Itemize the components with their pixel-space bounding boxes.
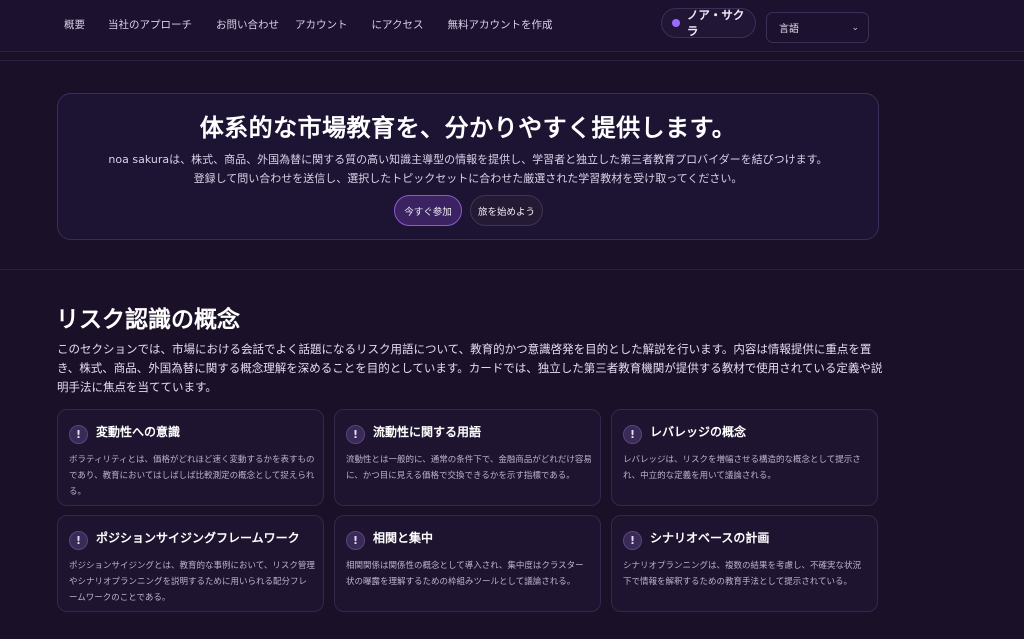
nav-link-access[interactable]: にアクセス (372, 17, 424, 32)
concept-card: ! ポジションサイジングフレームワーク ポジションサイジングとは、教育的な事例に… (57, 515, 324, 612)
hero-title: 体系的な市場教育を、分かりやすく提供します。 (199, 114, 737, 142)
hero-panel: 体系的な市場教育を、分かりやすく提供します。 noa sakuraは、株式、商品… (57, 93, 879, 240)
exclamation-icon: ! (346, 425, 365, 444)
nav-link-overview[interactable]: 概要 (64, 17, 85, 32)
concept-card: ! レバレッジの概念 レバレッジは、リスクを増幅させる構造的な概念として提示され… (611, 409, 878, 506)
start-journey-button[interactable]: 旅を始めよう (470, 195, 543, 226)
nav-link-create-account[interactable]: 無料アカウントを作成 (447, 17, 552, 32)
card-title: 変動性への意識 (96, 425, 181, 439)
card-body: ポジションサイジングとは、教育的な事例において、リスク管理やシナリオプランニング… (69, 561, 315, 603)
concept-card: ! 流動性に関する用語 流動性とは一般的に、通常の条件下で、金融商品がどれだけ容… (334, 409, 601, 506)
exclamation-icon: ! (623, 425, 642, 444)
chevron-down-icon: ⌄ (851, 22, 859, 33)
concept-card: ! シナリオベースの計画 シナリオプランニングは、複数の結果を考慮し、不確実な状… (611, 515, 878, 612)
card-title: ポジションサイジングフレームワーク (96, 531, 300, 545)
card-title: 流動性に関する用語 (373, 425, 482, 439)
status-dot-icon (672, 19, 680, 27)
card-body: ボラティリティとは、価格がどれほど速く変動するかを表すものであり、教育においては… (69, 455, 315, 497)
language-select-value: 言語 (779, 24, 799, 35)
hero-description-line-1: noa sakuraは、株式、商品、外国為替に関する質の高い知識主導型の情報を提… (108, 153, 828, 166)
card-body: 流動性とは一般的に、通常の条件下で、金融商品がどれだけ容易に、かつ目に見える価格… (346, 455, 592, 481)
divider (0, 60, 1024, 61)
hero-description-line-2: 登録して問い合わせを送信し、選択したトピックセットに合わせた厳選された学習教材を… (193, 172, 743, 185)
card-title: 相関と集中 (373, 531, 434, 545)
exclamation-icon: ! (69, 425, 88, 444)
nav-link-account[interactable]: アカウント (295, 17, 348, 32)
concept-card: ! 相関と集中 相関関係は関係性の概念として導入され、集中度はクラスター状の曝露… (334, 515, 601, 612)
card-title: レバレッジの概念 (650, 425, 747, 439)
card-body: シナリオプランニングは、複数の結果を考慮し、不確実な状況下で情報を解釈するための… (623, 561, 862, 587)
exclamation-icon: ! (623, 531, 642, 550)
top-navigation-bar: 概要 当社のアプローチ お問い合わせ アカウント にアクセス 無料アカウントを作… (0, 0, 1024, 52)
card-body: 相関関係は関係性の概念として導入され、集中度はクラスター状の曝露を理解するための… (346, 561, 584, 587)
concept-card: ! 変動性への意識 ボラティリティとは、価格がどれほど速く変動するかを表すもので… (57, 409, 324, 506)
main-nav: 概要 当社のアプローチ お問い合わせ アカウント にアクセス 無料アカウントを作… (64, 17, 552, 32)
nav-link-contact[interactable]: お問い合わせ (216, 17, 279, 32)
exclamation-icon: ! (69, 531, 88, 550)
section-title: リスク認識の概念 (56, 307, 240, 333)
card-title: シナリオベースの計画 (650, 531, 770, 545)
language-select[interactable]: 言語 ⌄ (766, 12, 869, 43)
divider (0, 269, 1024, 270)
exclamation-icon: ! (346, 531, 365, 550)
nav-link-approach[interactable]: 当社のアプローチ (108, 17, 192, 32)
user-profile-button[interactable]: ノア・サクラ (661, 8, 756, 38)
card-body: レバレッジは、リスクを増幅させる構造的な概念として提示され、中立的な定義を用いて… (623, 455, 861, 481)
user-name: ノア・サクラ (686, 8, 745, 38)
join-now-button[interactable]: 今すぐ参加 (394, 195, 462, 226)
section-description: このセクションでは、市場における会話でよく話題になるリスク用語について、教育的か… (57, 342, 883, 394)
